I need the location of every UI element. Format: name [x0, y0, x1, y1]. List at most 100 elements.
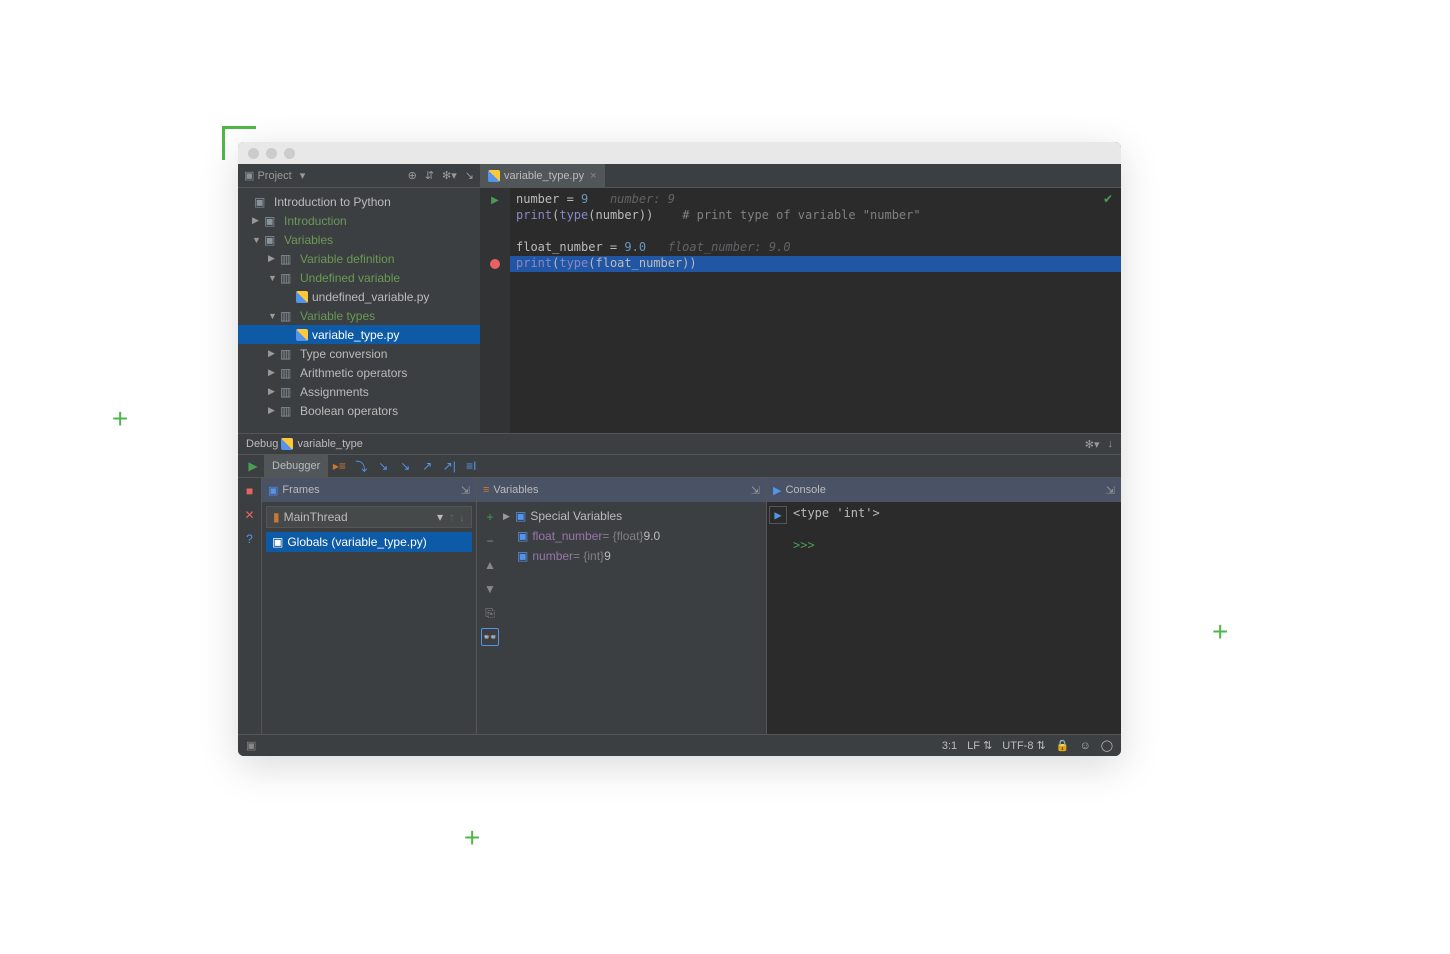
editor-body[interactable]: ▶ number = 9 number: 9 print(type(number… [480, 188, 1121, 433]
thread-selector[interactable]: ▮ MainThread ▾ ↑ ↓ [266, 506, 472, 528]
close-button[interactable]: ✕ [241, 506, 259, 524]
file-encoding[interactable]: UTF-8 ⇅ [1002, 739, 1045, 752]
analysis-ok-icon[interactable]: ✔ [1103, 192, 1113, 206]
force-step-into-button[interactable]: ↘ [394, 455, 416, 477]
tree-assignments[interactable]: ▶▥ Assignments [238, 382, 480, 401]
project-label: Project [257, 170, 291, 182]
variables-icon: ≡ [483, 484, 489, 496]
project-icon: ▣ [244, 169, 254, 182]
variables-body: + − ▲ ▼ ⎘ 👓 ▶ ▣ Special Variables [477, 502, 766, 734]
thread-dropdown-icon[interactable]: ▾ [437, 510, 443, 524]
python-file-icon [296, 329, 308, 341]
next-thread-icon[interactable]: ↓ [459, 510, 465, 524]
project-view-dropdown[interactable]: ▾ [300, 169, 306, 182]
debug-script-name: variable_type [297, 438, 362, 450]
copy-button[interactable]: ⎘ [481, 604, 499, 622]
debug-content: ■ ✕ ? ▣ Frames ⇲ ▮ MainThread ▾ [238, 478, 1121, 734]
console-rail: ▶ [767, 502, 789, 734]
feedback-icon[interactable]: ◯ [1101, 739, 1113, 752]
help-button[interactable]: ? [241, 530, 259, 548]
code-area[interactable]: number = 9 number: 9 print(type(number))… [510, 188, 1121, 433]
close-window-button[interactable] [248, 148, 259, 159]
remove-watch-button[interactable]: − [481, 532, 499, 550]
tree-type-conversion[interactable]: ▶▥ Type conversion [238, 344, 480, 363]
settings-gear-icon[interactable]: ✻▾ [442, 169, 457, 182]
minimize-window-button[interactable] [266, 148, 277, 159]
tree-arithmetic[interactable]: ▶▥ Arithmetic operators [238, 363, 480, 382]
step-over-button[interactable]: ⤵ [350, 455, 372, 477]
show-watches-button[interactable]: 👓 [481, 628, 499, 646]
window-title-bar [238, 142, 1121, 164]
add-watch-button[interactable]: + [481, 508, 499, 526]
debug-settings-gear-icon[interactable]: ✻▾ [1085, 438, 1100, 451]
step-into-button[interactable]: ↘ [372, 455, 394, 477]
frame-label: Globals (variable_type.py) [287, 535, 426, 549]
maximize-window-button[interactable] [284, 148, 295, 159]
watch-up-button[interactable]: ▲ [481, 556, 499, 574]
line-separator[interactable]: LF ⇅ [967, 739, 992, 752]
frames-restore-icon[interactable]: ⇲ [461, 484, 470, 497]
stop-button[interactable]: ■ [241, 482, 259, 500]
debug-label: Debug [246, 438, 278, 450]
collapse-icon[interactable]: ⇵ [425, 169, 434, 182]
variable-row[interactable]: ▣ number = {int} 9 [501, 546, 764, 566]
console-output[interactable]: <type 'int'> >>> [789, 502, 884, 734]
python-file-icon [281, 438, 293, 450]
variables-column: ≡ Variables ⇲ + − ▲ ▼ ⎘ 👓 [476, 478, 766, 734]
step-out-button[interactable]: ↗ [416, 455, 438, 477]
decorative-plus: + [112, 403, 128, 435]
thread-name: MainThread [284, 510, 348, 524]
tree-variable-definition[interactable]: ▶▥ Variable definition [238, 249, 480, 268]
show-execution-point-button[interactable]: ▸≡ [328, 455, 350, 477]
frames-icon: ▣ [268, 484, 278, 497]
resume-button[interactable]: ▶ [242, 455, 264, 477]
debug-toolbar: ▶ Debugger ▸≡ ⤵ ↘ ↘ ↗ ↗| ≡I [238, 454, 1121, 478]
lock-icon[interactable]: 🔒 [1056, 739, 1070, 752]
variables-tree[interactable]: ▶ ▣ Special Variables ▣ float_number = {… [501, 506, 764, 730]
frame-icon: ▣ [272, 535, 283, 549]
prev-thread-icon[interactable]: ↑ [449, 510, 455, 524]
project-tree[interactable]: ▣ Introduction to Python ▶▣ Introduction… [238, 188, 480, 424]
evaluate-expression-button[interactable]: ≡I [460, 455, 482, 477]
variables-label: Variables [493, 484, 538, 496]
variables-header: ≡ Variables ⇲ [477, 478, 766, 502]
tree-undefined-variable[interactable]: ▼▥ Undefined variable [238, 268, 480, 287]
variable-icon: ▣ [517, 529, 528, 543]
tab-label: variable_type.py [504, 170, 584, 182]
editor-tab[interactable]: variable_type.py × [480, 164, 605, 187]
locate-icon[interactable]: ⊕ [408, 169, 417, 182]
vars-restore-icon[interactable]: ⇲ [751, 484, 760, 497]
run-to-cursor-button[interactable]: ↗| [438, 455, 460, 477]
status-hint-icon[interactable]: ▣ [246, 739, 256, 752]
breakpoint-icon[interactable] [490, 259, 500, 269]
debugger-tab[interactable]: Debugger [264, 455, 328, 477]
caret-position[interactable]: 3:1 [942, 740, 957, 752]
editor-gutter[interactable]: ▶ [480, 188, 510, 433]
editor-tab-bar: variable_type.py × [480, 164, 1121, 188]
group-icon: ▣ [515, 509, 526, 523]
inspector-icon[interactable]: ☺ [1079, 740, 1090, 752]
console-restore-icon[interactable]: ⇲ [1106, 484, 1115, 497]
tree-root[interactable]: ▣ Introduction to Python [238, 192, 480, 211]
tree-variables[interactable]: ▼▣ Variables [238, 230, 480, 249]
tree-undefined-file[interactable]: undefined_variable.py [238, 287, 480, 306]
special-variables-row[interactable]: ▶ ▣ Special Variables [501, 506, 764, 526]
debug-title-bar: Debug variable_type ✻▾ ↓ [238, 434, 1121, 454]
frame-row[interactable]: ▣ Globals (variable_type.py) [266, 532, 472, 552]
tree-boolean[interactable]: ▶▥ Boolean operators [238, 401, 480, 420]
thread-icon: ▮ [273, 510, 280, 524]
console-body[interactable]: ▶ <type 'int'> >>> [767, 502, 1121, 734]
editor-panel: variable_type.py × ▶ number = 9 number: … [480, 164, 1121, 433]
ide-window: ▣ Project ▾ ⊕ ⇵ ✻▾ ↘ ▣ Introduction to P… [238, 142, 1121, 756]
show-python-prompt-button[interactable]: ▶ [769, 506, 787, 524]
hide-panel-icon[interactable]: ↘ [465, 169, 474, 182]
tree-variable-types[interactable]: ▼▥ Variable types [238, 306, 480, 325]
debug-hide-icon[interactable]: ↓ [1108, 438, 1114, 450]
watch-down-button[interactable]: ▼ [481, 580, 499, 598]
tree-variable-type-file[interactable]: variable_type.py [238, 325, 480, 344]
run-gutter-icon[interactable]: ▶ [491, 195, 499, 206]
variable-row[interactable]: ▣ float_number = {float} 9.0 [501, 526, 764, 546]
decorative-plus: + [1212, 616, 1228, 648]
close-tab-icon[interactable]: × [590, 170, 596, 182]
tree-introduction[interactable]: ▶▣ Introduction [238, 211, 480, 230]
